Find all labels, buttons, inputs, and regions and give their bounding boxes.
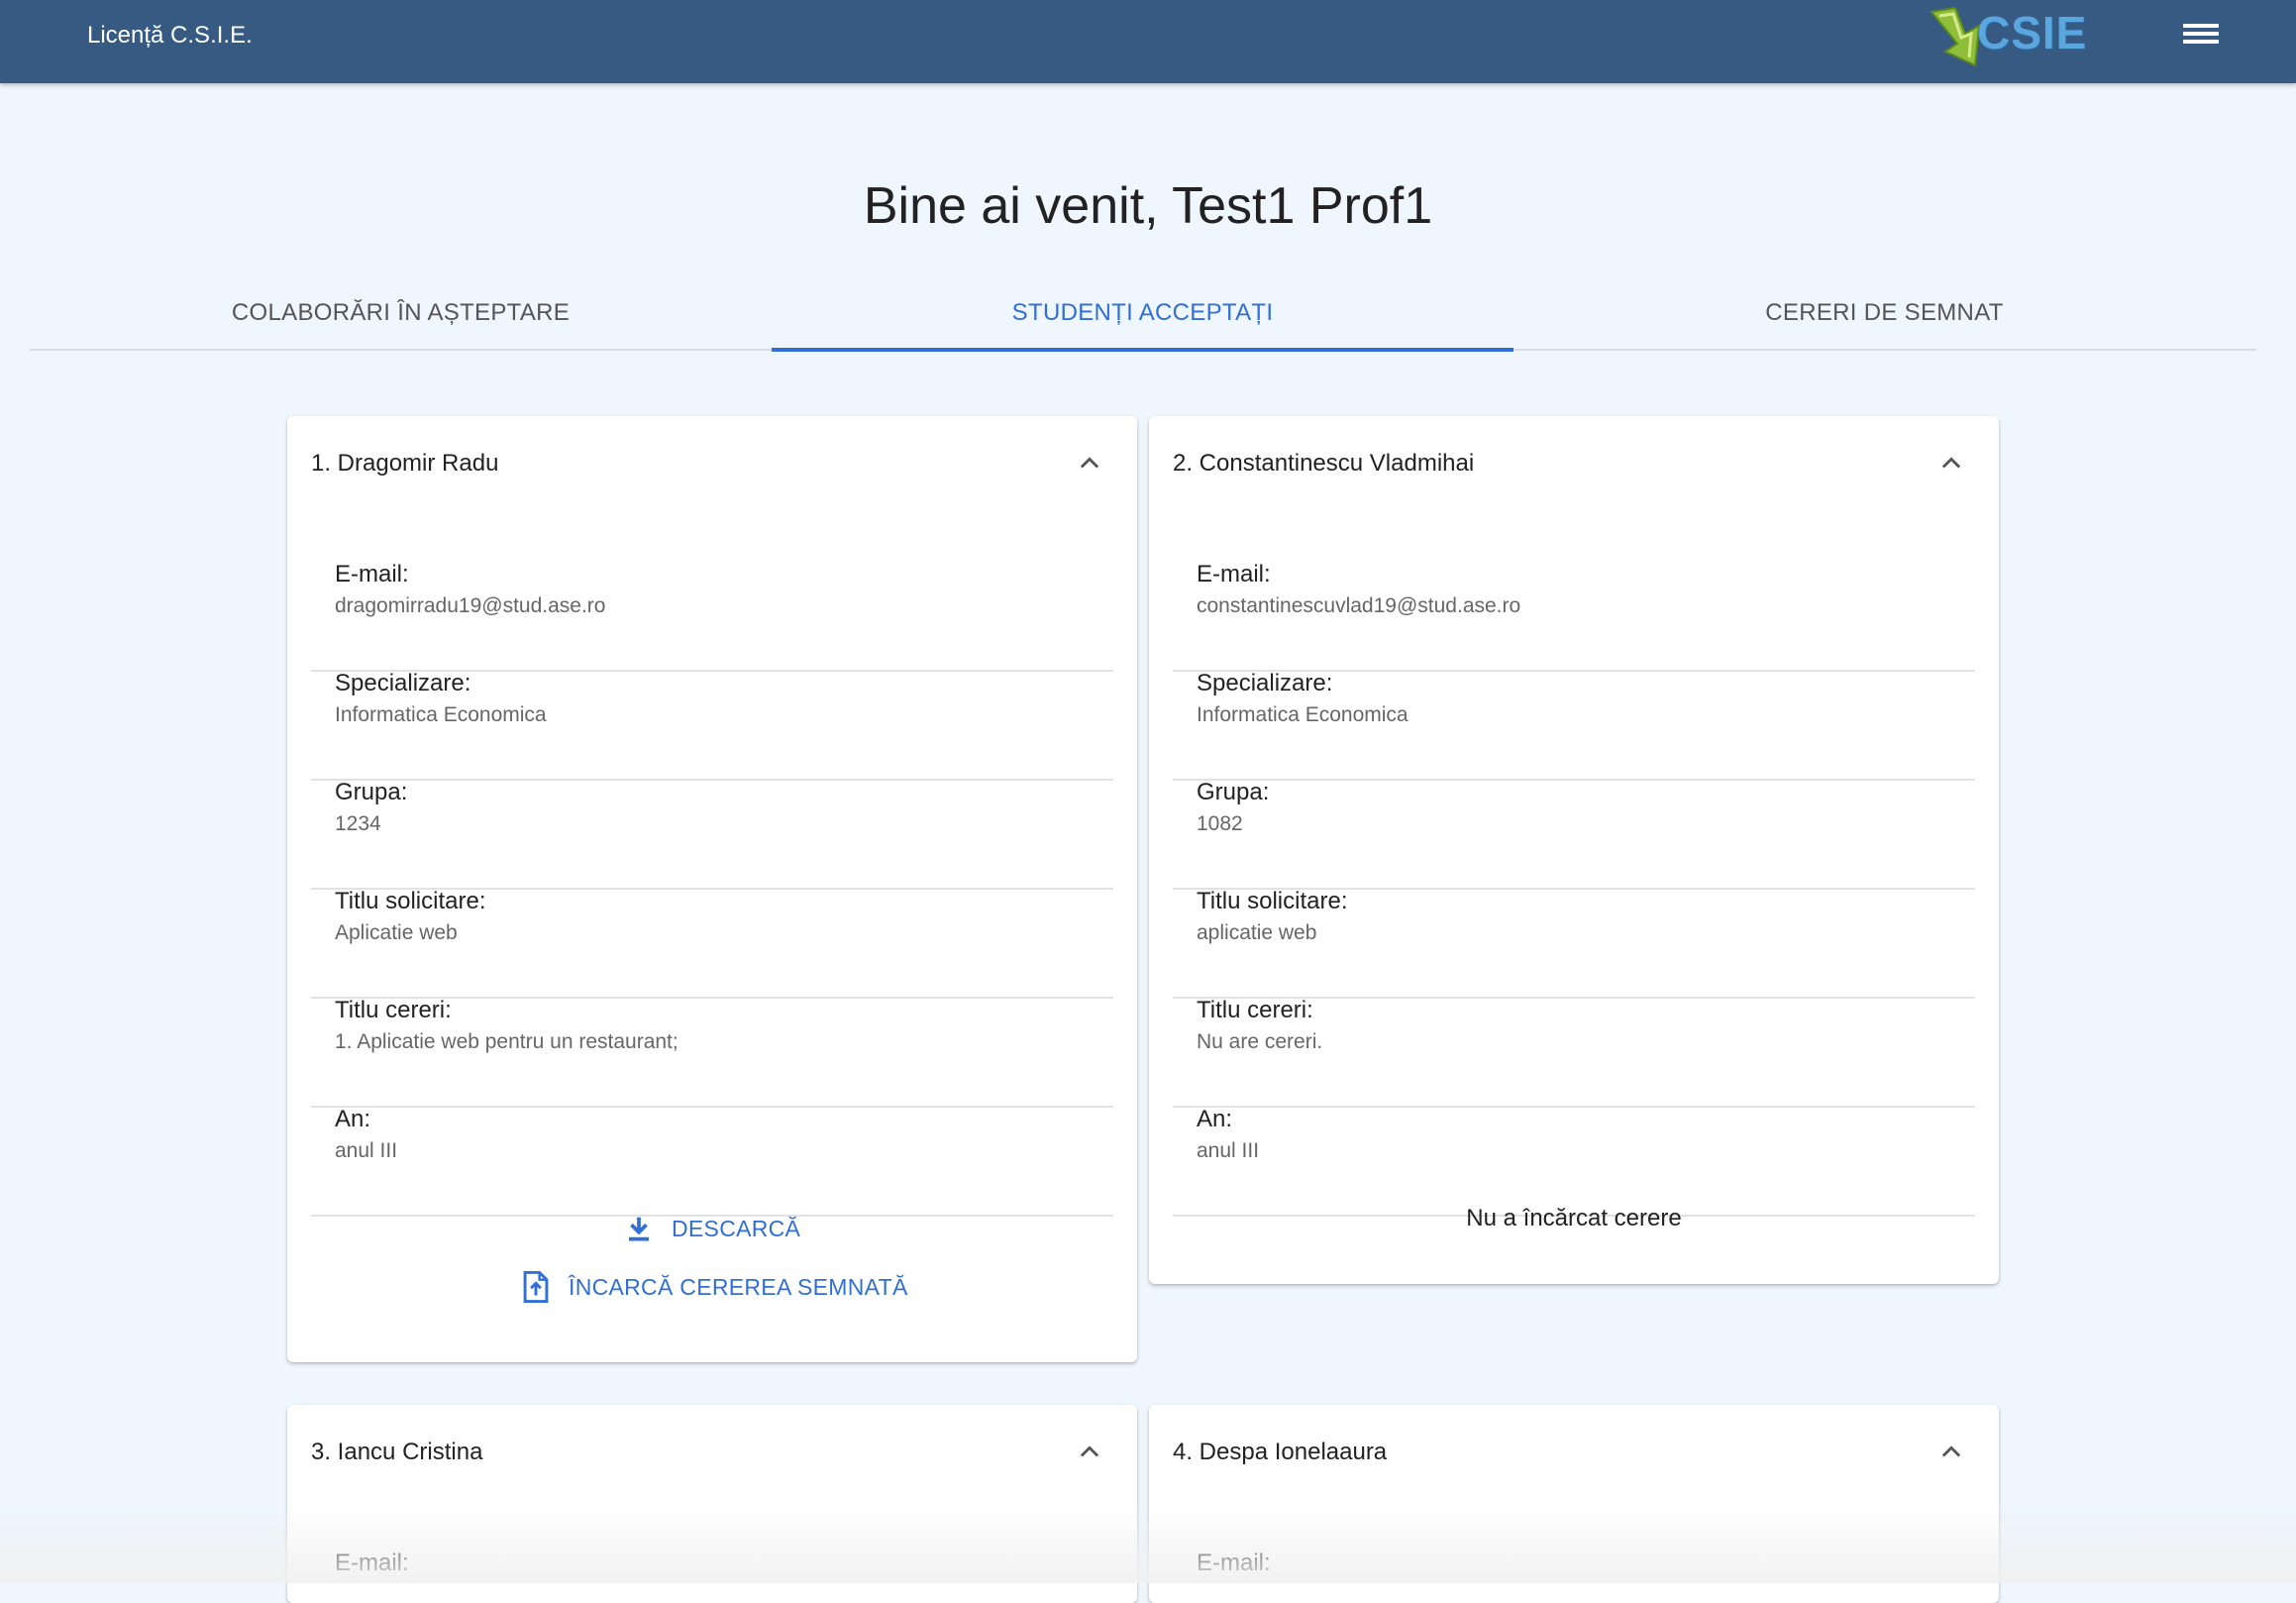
email-field: E-mail: constantinescuvlad19@stud.ase.ro — [1173, 561, 1975, 672]
grupa-label: Grupa: — [335, 779, 408, 805]
titlu-cereri-label: Titlu cereri: — [335, 997, 452, 1023]
student-name[interactable]: 2. Constantinescu Vladmihai — [1173, 450, 1474, 478]
no-request-message: Nu a încărcat cerere — [1466, 1205, 1682, 1231]
an-field: An: anul III — [311, 1106, 1113, 1217]
titlu-solicitare-field: Titlu solicitare: Aplicatie web — [311, 888, 1113, 999]
titlu-solicitare-label: Titlu solicitare: — [1197, 888, 1348, 914]
titlu-solicitare-value: Aplicatie web — [335, 921, 458, 944]
email-label: E-mail: — [1197, 1550, 1271, 1576]
page-title: Bine ai venit, Test1 Prof1 — [863, 177, 1433, 235]
titlu-solicitare-value: aplicatie web — [1197, 921, 1317, 944]
grupa-label: Grupa: — [1197, 779, 1270, 805]
tab-bar: COLABORĂRI ÎN AȘTEPTARE STUDENȚI ACCEPTA… — [30, 285, 2256, 352]
titlu-cereri-label: Titlu cereri: — [1197, 997, 1313, 1023]
app-title[interactable]: Licență C.S.I.E. — [87, 22, 253, 50]
grupa-field: Grupa: 1234 — [311, 779, 1113, 890]
email-value: constantinescuvlad19@stud.ase.ro — [1197, 594, 1521, 617]
student-card: 3. Iancu Cristina E-mail: — [287, 1405, 1137, 1603]
an-value: anul III — [1197, 1139, 1260, 1162]
tab-studenti-acceptati[interactable]: STUDENȚI ACCEPTAȚI — [772, 285, 1513, 352]
an-value: anul III — [335, 1139, 398, 1162]
an-label: An: — [1197, 1106, 1233, 1132]
tab-colaborari-asteptare[interactable]: COLABORĂRI ÎN AȘTEPTARE — [30, 285, 772, 349]
student-card: 2. Constantinescu Vladmihai E-mail: cons… — [1149, 416, 1999, 1284]
titlu-cereri-field: Titlu cereri: 1. Aplicatie web pentru un… — [311, 997, 1113, 1108]
logo-text: CSIE — [1977, 7, 2088, 58]
upload-label: ÎNCARCĂ CEREREA SEMNATĂ — [569, 1273, 908, 1300]
student-name[interactable]: 1. Dragomir Radu — [311, 450, 498, 478]
student-card: 4. Despa Ionelaaura E-mail: — [1149, 1405, 1999, 1603]
download-icon — [629, 1217, 649, 1241]
specializare-field: Specializare: Informatica Economica — [311, 670, 1113, 781]
chevron-up-icon[interactable] — [1076, 1439, 1103, 1466]
chevron-up-icon[interactable] — [1937, 1439, 1965, 1466]
specializare-field: Specializare: Informatica Economica — [1173, 670, 1975, 781]
student-card: 1. Dragomir Radu E-mail: dragomirradu19@… — [287, 416, 1137, 1362]
an-field: An: anul III — [1173, 1106, 1975, 1217]
grupa-field: Grupa: 1082 — [1173, 779, 1975, 890]
titlu-cereri-value: 1. Aplicatie web pentru un restaurant; — [335, 1030, 678, 1053]
email-label: E-mail: — [335, 561, 409, 588]
email-value: dragomirradu19@stud.ase.ro — [335, 594, 606, 617]
chevron-up-icon[interactable] — [1076, 450, 1103, 478]
upload-file-icon — [523, 1270, 549, 1304]
download-label: DESCARCĂ — [672, 1215, 801, 1241]
upload-signed-request-button[interactable]: ÎNCARCĂ CEREREA SEMNATĂ — [521, 1270, 908, 1304]
titlu-solicitare-field: Titlu solicitare: aplicatie web — [1173, 888, 1975, 999]
titlu-cereri-value: Nu are cereri. — [1197, 1030, 1323, 1053]
student-name[interactable]: 4. Despa Ionelaaura — [1173, 1439, 1387, 1466]
specializare-label: Specializare: — [335, 670, 471, 696]
titlu-solicitare-label: Titlu solicitare: — [335, 888, 486, 914]
student-name[interactable]: 3. Iancu Cristina — [311, 1439, 482, 1466]
tab-cereri-de-semnat[interactable]: CERERI DE SEMNAT — [1513, 285, 2255, 349]
chevron-up-icon[interactable] — [1937, 450, 1965, 478]
specializare-label: Specializare: — [1197, 670, 1333, 696]
email-label: E-mail: — [335, 1550, 409, 1576]
email-label: E-mail: — [1197, 561, 1271, 588]
download-button[interactable]: DESCARCĂ — [624, 1213, 800, 1244]
grupa-value: 1234 — [335, 812, 381, 835]
specializare-value: Informatica Economica — [1197, 703, 1409, 726]
hamburger-menu-icon[interactable] — [2179, 18, 2223, 57]
csie-logo[interactable]: CSIE — [1926, 4, 2086, 71]
email-field: E-mail: dragomirradu19@stud.ase.ro — [311, 561, 1113, 672]
specializare-value: Informatica Economica — [335, 703, 547, 726]
titlu-cereri-field: Titlu cereri: Nu are cereri. — [1173, 997, 1975, 1108]
an-label: An: — [335, 1106, 371, 1132]
top-app-bar: Licență C.S.I.E. CSIE — [0, 0, 2296, 83]
grupa-value: 1082 — [1197, 812, 1243, 835]
